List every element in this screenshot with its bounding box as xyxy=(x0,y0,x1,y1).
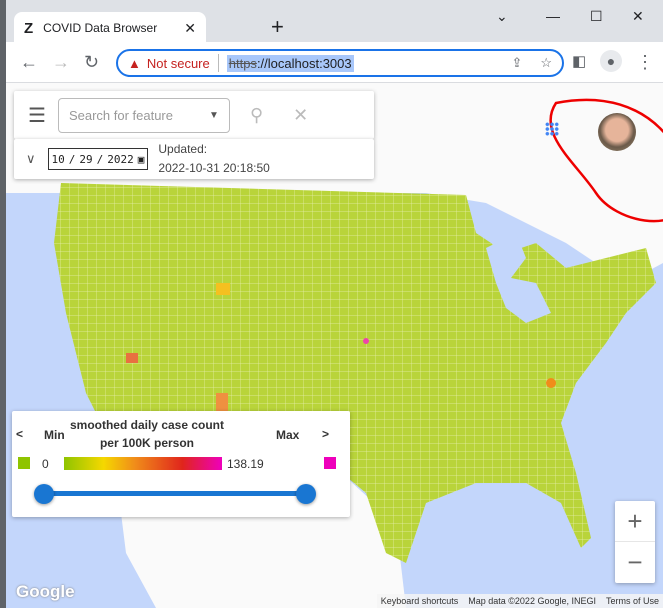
slider-max-handle[interactable] xyxy=(296,484,316,504)
zoom-control: + − xyxy=(615,501,655,583)
tab-title: COVID Data Browser xyxy=(43,21,158,35)
profile-icon[interactable]: ● xyxy=(600,50,622,72)
search-placeholder: Search for feature xyxy=(68,107,173,123)
url-host: ://localhost:3003 xyxy=(256,55,352,71)
url-scheme: https xyxy=(228,55,257,71)
url-bar[interactable]: ▲ Not secure https://localhost:3003 ⇪ ☆ xyxy=(116,49,564,77)
share-icon[interactable]: ⇪ xyxy=(511,55,522,71)
divider xyxy=(217,54,219,72)
color-gradient-bar xyxy=(64,457,222,470)
date-input[interactable]: 10/29/2022 ▣ xyxy=(47,148,149,170)
warning-icon: ▲ xyxy=(128,55,141,71)
forward-icon[interactable]: → xyxy=(52,52,70,73)
min-value: 0 xyxy=(42,457,49,471)
min-color-swatch xyxy=(18,457,30,469)
browser-tab[interactable]: Z COVID Data Browser ✕ xyxy=(14,12,206,44)
range-slider-track[interactable] xyxy=(40,491,306,496)
zoom-out-button[interactable]: − xyxy=(615,542,655,583)
max-label: Max xyxy=(276,428,300,442)
app-logo-icon: Z xyxy=(24,19,34,37)
tab-search-icon[interactable]: ⌄ xyxy=(496,8,508,25)
hotspot-county xyxy=(546,378,556,388)
search-input[interactable]: Search for feature ▼ xyxy=(57,97,230,133)
legend-panel: < Min smoothed daily case count per 100K… xyxy=(12,411,350,517)
google-logo: Google xyxy=(16,582,75,601)
more-menu-icon[interactable]: ⋮ xyxy=(636,52,654,73)
grid-icon[interactable] xyxy=(545,122,559,136)
map-attribution: Keyboard shortcuts Map data ©2022 Google… xyxy=(376,594,663,608)
tab-bar: Z COVID Data Browser ✕ + ⌄ — ☐ ✕ xyxy=(6,0,663,44)
date-year: 2022 xyxy=(107,152,134,166)
hamburger-menu-icon[interactable]: ☰ xyxy=(28,103,46,128)
terms-link[interactable]: Terms of Use xyxy=(606,596,659,606)
map[interactable]: ☰ Search for feature ▼ ⚲ ✕ ∨ 10/29/2022 ▣ … xyxy=(6,83,663,608)
chevron-down-icon[interactable]: ∨ xyxy=(26,151,36,167)
min-label: Min xyxy=(44,428,65,442)
max-color-swatch xyxy=(324,457,336,469)
search-panel: ☰ Search for feature ▼ ⚲ ✕ xyxy=(14,91,374,139)
zoom-in-button[interactable]: + xyxy=(615,501,655,542)
maximize-button[interactable]: ☐ xyxy=(590,8,603,25)
date-month: 10 xyxy=(51,152,65,166)
map-data-text: Map data ©2022 Google, INEGI xyxy=(468,596,596,606)
max-value: 138.19 xyxy=(227,457,264,471)
close-tab-icon[interactable]: ✕ xyxy=(184,20,196,37)
hotspot-county xyxy=(216,283,230,295)
updated-value: 2022-10-31 20:18:50 xyxy=(158,161,270,175)
side-panel-icon[interactable]: ◧ xyxy=(572,52,586,70)
calendar-icon[interactable]: ▣ xyxy=(138,153,145,166)
user-avatar[interactable] xyxy=(598,113,636,151)
dropdown-arrow-icon[interactable]: ▼ xyxy=(209,110,219,121)
clear-icon[interactable]: ✕ xyxy=(293,105,308,126)
updated-label: Updated: xyxy=(158,142,208,156)
legend-title: smoothed daily case count per 100K perso… xyxy=(69,418,225,450)
back-icon[interactable]: ← xyxy=(20,52,38,73)
date-day: 29 xyxy=(79,152,93,166)
close-window-button[interactable]: ✕ xyxy=(632,8,644,25)
url-text[interactable]: https://localhost:3003 xyxy=(226,54,354,72)
keyboard-shortcuts-link[interactable]: Keyboard shortcuts xyxy=(381,596,459,606)
slider-min-handle[interactable] xyxy=(34,484,54,504)
hotspot-county xyxy=(363,338,369,344)
new-tab-button[interactable]: + xyxy=(271,14,284,40)
minimize-button[interactable]: — xyxy=(546,8,560,24)
bookmark-star-icon[interactable]: ☆ xyxy=(540,55,552,71)
next-metric-button[interactable]: > xyxy=(322,427,329,441)
date-panel: ∨ 10/29/2022 ▣ Updated: 2022-10-31 20:18:5… xyxy=(14,139,374,179)
security-status[interactable]: Not secure xyxy=(147,56,210,71)
address-bar-row: ← → ↻ ▲ Not secure https://localhost:300… xyxy=(6,42,663,83)
reload-icon[interactable]: ↻ xyxy=(84,52,99,73)
search-icon[interactable]: ⚲ xyxy=(250,105,263,126)
hotspot-county xyxy=(126,353,138,363)
prev-metric-button[interactable]: < xyxy=(16,427,23,441)
